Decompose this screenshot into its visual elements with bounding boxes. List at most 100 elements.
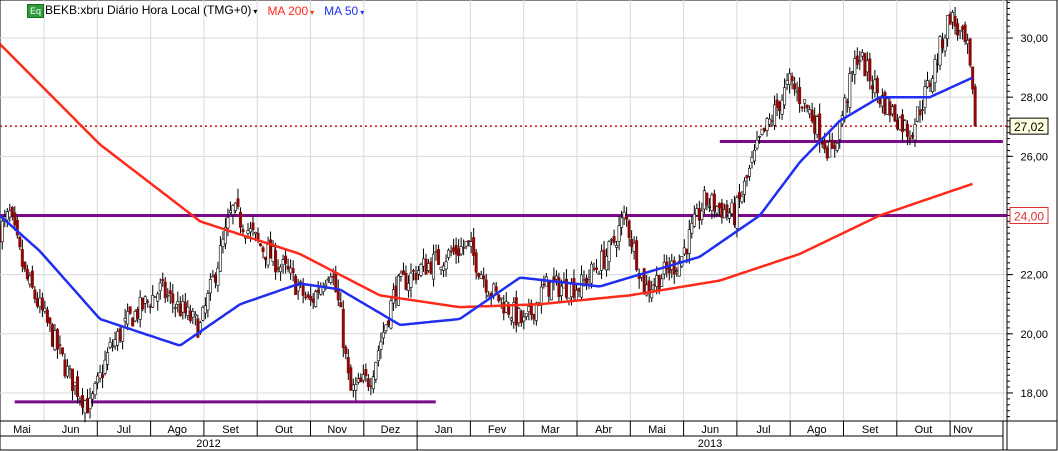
candle-body <box>341 308 345 349</box>
candle-body <box>183 301 187 314</box>
month-label: Dez <box>381 424 401 436</box>
candle-body <box>178 304 182 316</box>
candle-body <box>903 120 907 130</box>
candle-body <box>961 26 965 30</box>
candle-body <box>539 286 543 306</box>
candle-body <box>472 237 476 256</box>
candle-body <box>296 285 300 292</box>
candle-body <box>587 277 591 280</box>
candle-body <box>111 345 115 348</box>
candle-body <box>951 11 955 23</box>
ma200-selector[interactable]: MA 200 ▾ <box>267 4 314 18</box>
symbol-label: BEKB:xbru Diário Hora Local (TMG+0) <box>45 3 252 17</box>
candle-body <box>808 109 812 115</box>
candle-body <box>48 317 52 324</box>
candle-body <box>241 229 245 233</box>
candle-body <box>933 59 937 83</box>
candle-body <box>487 294 491 298</box>
month-label: Ago <box>167 424 187 436</box>
candle-body <box>181 301 185 313</box>
candle-body <box>635 240 639 271</box>
candle-body <box>514 297 518 326</box>
candle-body <box>615 244 619 248</box>
candle-body <box>106 352 110 365</box>
candle-body <box>439 266 443 270</box>
candle-body <box>559 285 563 296</box>
candle-body <box>30 270 34 288</box>
candle-body <box>70 368 74 392</box>
candle-body <box>28 275 32 285</box>
candle-body <box>103 359 107 374</box>
y-tick-label: 28,00 <box>1020 92 1048 104</box>
candle-body <box>361 374 365 381</box>
candle-body <box>464 241 468 247</box>
candle-body <box>943 37 947 52</box>
price-chart[interactable]: 18,00 20,00 22,00 24,00 26,00 28,00 30,00 27,02… <box>0 0 1058 451</box>
candle-body <box>116 331 120 346</box>
ma50-selector[interactable]: MA 50 ▾ <box>324 4 364 18</box>
candle-body <box>905 123 909 137</box>
candle-body <box>522 316 526 322</box>
candle-body <box>432 253 436 280</box>
candle-body <box>730 202 734 214</box>
candle-body <box>860 52 864 57</box>
candle-body <box>542 283 546 286</box>
candle-body <box>131 317 135 327</box>
candle-body <box>660 278 664 288</box>
candle-body <box>379 341 383 350</box>
candle-body <box>890 106 894 115</box>
candle-body <box>632 242 636 252</box>
candle-body <box>467 240 471 242</box>
candle-body <box>274 250 278 273</box>
candle-body <box>700 210 704 220</box>
candle-body <box>447 249 451 258</box>
symbol-selector[interactable]: Eq BEKB:xbru Diário Hora Local (TMG+0) ▾ <box>27 3 257 18</box>
candle-body <box>266 244 270 266</box>
candle-body <box>118 328 122 341</box>
candle-body <box>519 310 523 323</box>
candle-body <box>153 296 157 298</box>
candle-body <box>828 141 832 158</box>
candle-body <box>850 71 854 74</box>
candle-body <box>820 142 824 145</box>
candle-body <box>843 97 847 119</box>
candle-body <box>246 230 250 234</box>
candle-body <box>191 311 195 318</box>
candle-body <box>622 211 626 219</box>
candle-body <box>590 263 594 284</box>
candle-body <box>309 295 313 301</box>
candle-body <box>675 270 679 272</box>
candle-body <box>620 217 624 228</box>
candle-body <box>780 99 784 115</box>
candle-body <box>75 376 79 397</box>
candle-body <box>203 305 207 314</box>
candle-body <box>121 325 125 342</box>
candle-body <box>966 40 970 45</box>
candle-body <box>956 23 960 36</box>
candle-body <box>449 251 453 253</box>
candle-body <box>427 263 431 271</box>
candle-body <box>747 167 751 177</box>
candle-body <box>188 310 192 322</box>
candle-body <box>798 86 802 105</box>
candle-body <box>73 381 77 387</box>
candle-body <box>627 220 631 238</box>
candle-body <box>206 293 210 311</box>
candle-body <box>158 282 162 292</box>
candle-body <box>271 246 275 262</box>
candle-body <box>261 247 265 253</box>
candle-body <box>848 73 852 108</box>
candle-body <box>186 306 190 316</box>
candle-body <box>973 86 977 127</box>
candle-body <box>502 302 506 314</box>
candle-body <box>818 113 822 143</box>
candle-body <box>931 78 935 92</box>
candle-body <box>437 249 441 266</box>
candle-body <box>672 260 676 275</box>
candle-body <box>742 180 746 195</box>
chevron-down-icon: ▾ <box>310 7 315 17</box>
candle-body <box>396 275 400 306</box>
candle-body <box>171 293 175 304</box>
candle-body <box>364 369 368 376</box>
candle-body <box>25 268 29 280</box>
